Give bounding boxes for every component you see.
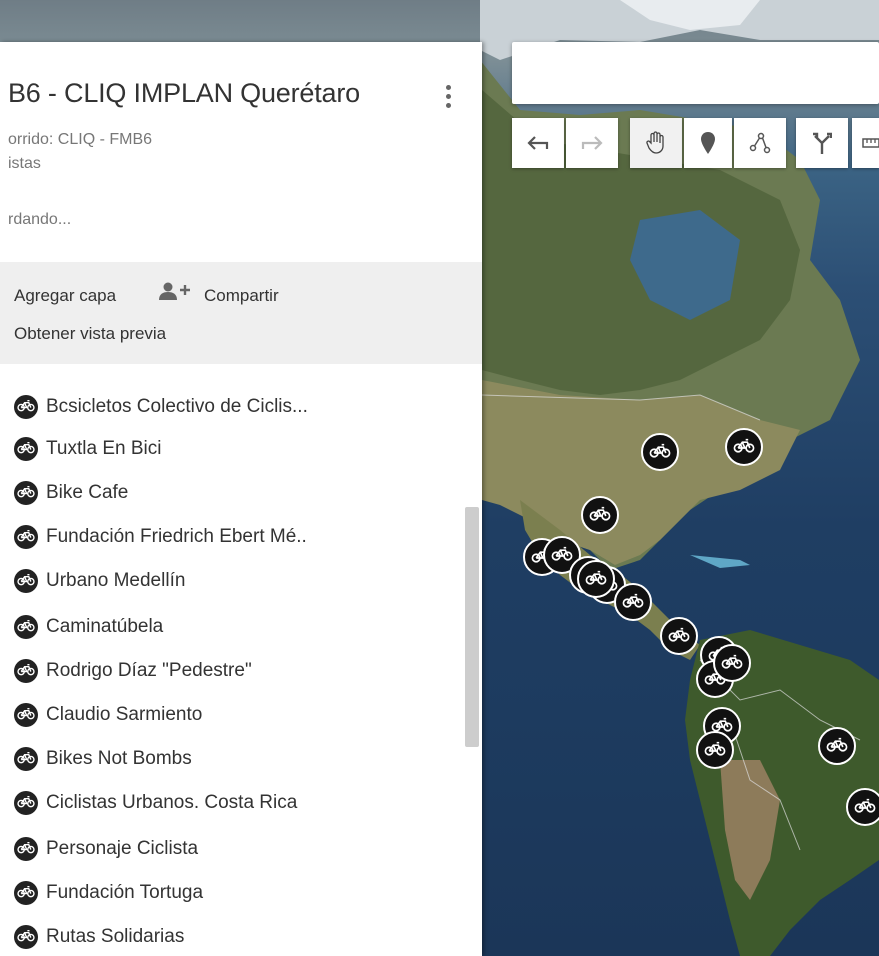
share-button[interactable]: Compartir (204, 286, 279, 306)
bike-icon (14, 747, 38, 771)
save-status: rdando... (8, 211, 72, 228)
map-description-route[interactable]: orrido: CLIQ - FMB6 (8, 131, 152, 149)
bike-icon (14, 703, 38, 727)
measure-button[interactable] (852, 118, 879, 168)
undo-button[interactable] (512, 118, 564, 168)
bike-icon (14, 659, 38, 683)
layer-item[interactable]: Fundación Tortuga (14, 878, 203, 908)
layer-item[interactable]: Caminatúbela (14, 612, 163, 642)
preview-button[interactable]: Obtener vista previa (14, 324, 166, 344)
bike-icon (14, 525, 38, 549)
ruler-icon (862, 138, 879, 148)
map-legend-panel: B6 - CLIQ IMPLAN Querétaro orrido: CLIQ … (0, 42, 482, 956)
bike-icon (14, 925, 38, 949)
layer-item[interactable]: Bike Cafe (14, 478, 128, 508)
bike-icon (14, 615, 38, 639)
redo-button[interactable] (566, 118, 618, 168)
layer-item[interactable]: Rodrigo Díaz "Pedestre" (14, 656, 252, 686)
draw-line-button[interactable] (734, 118, 786, 168)
layer-item[interactable]: Rutas Solidarias (14, 922, 184, 952)
layer-item[interactable]: Bikes Not Bombs (14, 744, 192, 774)
map-marker-bike[interactable] (846, 788, 879, 826)
more-options-button[interactable] (438, 82, 458, 112)
layer-item[interactable]: Personaje Ciclista (14, 834, 198, 864)
map-marker-bike[interactable] (641, 433, 679, 471)
marker-icon (701, 132, 715, 154)
add-person-icon (159, 282, 190, 300)
map-title[interactable]: B6 - CLIQ IMPLAN Querétaro (8, 78, 360, 109)
map-marker-bike[interactable] (581, 496, 619, 534)
undo-icon (527, 136, 549, 150)
panel-scrollbar[interactable] (465, 507, 479, 747)
bike-icon (14, 791, 38, 815)
directions-button[interactable] (796, 118, 848, 168)
layer-item[interactable]: Bcsicletos Colectivo de Ciclis... (14, 392, 308, 422)
redo-icon (581, 136, 603, 150)
layer-item[interactable]: Urbano Medellín (14, 566, 185, 596)
pan-tool-button[interactable] (630, 118, 682, 168)
hand-icon (646, 131, 664, 154)
map-marker-bike[interactable] (614, 583, 652, 621)
layer-item[interactable]: Tuxtla En Bici (14, 434, 161, 464)
line-icon (749, 132, 771, 154)
bike-icon (14, 881, 38, 905)
more-vert-icon (445, 85, 451, 90)
map-marker-bike[interactable] (713, 644, 751, 682)
search-box[interactable] (512, 42, 879, 104)
bike-icon (14, 395, 38, 419)
map-description-group[interactable]: istas (8, 155, 41, 173)
add-marker-button[interactable] (684, 118, 732, 168)
actions-bar: Agregar capa Compartir Obtener vista pre… (0, 262, 482, 364)
layer-item[interactable]: Claudio Sarmiento (14, 700, 202, 730)
bike-icon (14, 481, 38, 505)
layer-item[interactable]: Fundación Friedrich Ebert Mé.. (14, 522, 307, 552)
map-marker-bike[interactable] (660, 617, 698, 655)
add-layer-button[interactable]: Agregar capa (14, 286, 116, 306)
bike-icon (14, 569, 38, 593)
map-marker-bike[interactable] (577, 560, 615, 598)
bike-icon (14, 437, 38, 461)
map-marker-bike[interactable] (696, 731, 734, 769)
bike-icon (14, 837, 38, 861)
map-marker-bike[interactable] (725, 428, 763, 466)
map-marker-bike[interactable] (818, 727, 856, 765)
directions-icon (813, 132, 832, 154)
layer-item[interactable]: Ciclistas Urbanos. Costa Rica (14, 788, 297, 818)
